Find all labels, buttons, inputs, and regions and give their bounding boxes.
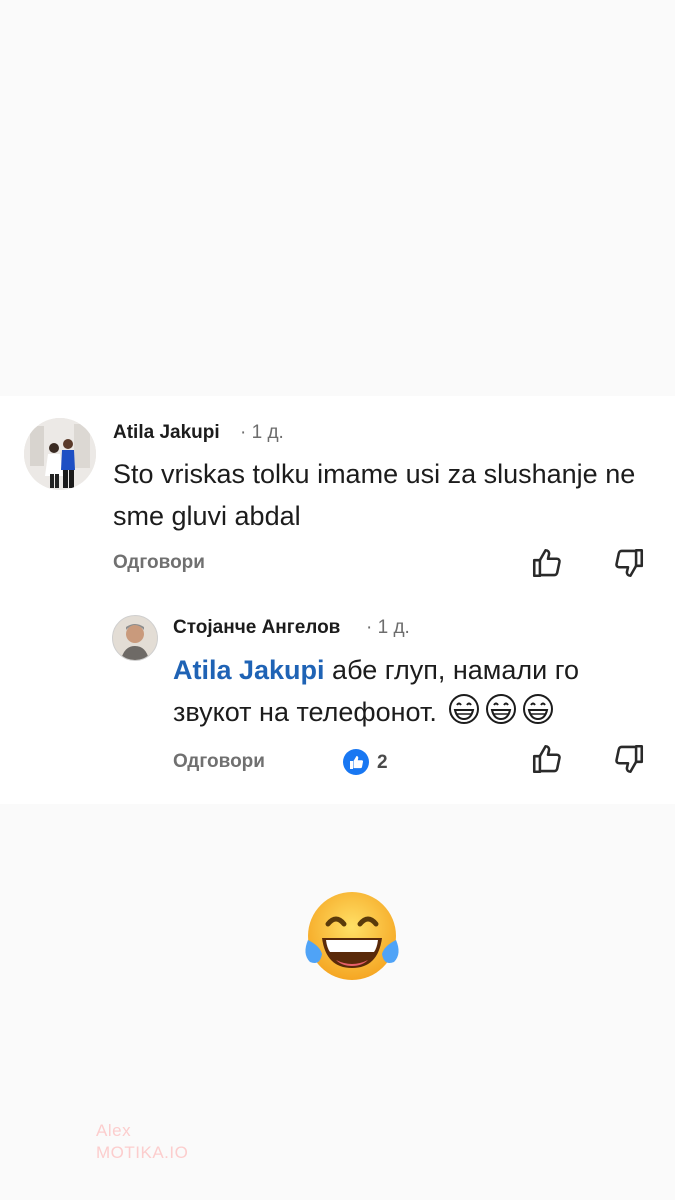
comment-text: Sto vriskas tolku imame usi za slushanje… xyxy=(113,459,636,531)
watermark-line1: Alex xyxy=(96,1121,132,1140)
thumbs-up-icon[interactable] xyxy=(530,546,564,580)
reply-author[interactable]: Стојанче Ангелов xyxy=(173,617,340,639)
thumbs-down-icon[interactable] xyxy=(612,742,646,776)
laughing-tears-emoji xyxy=(305,892,399,980)
grinning-face-emoji xyxy=(448,693,556,737)
avatar[interactable] xyxy=(112,615,158,661)
like-reaction-icon[interactable] xyxy=(342,748,370,776)
watermark-line2: MOTIKA.IO xyxy=(96,1143,189,1162)
reply-button[interactable]: Одговори xyxy=(113,552,205,574)
mention-link[interactable]: Atila Jakupi xyxy=(173,655,325,685)
reply-button[interactable]: Одговори xyxy=(173,751,265,773)
thumbs-down-icon[interactable] xyxy=(612,546,646,580)
watermark: Alex MOTIKA.IO xyxy=(96,1120,188,1164)
avatar[interactable] xyxy=(24,418,96,490)
comments-panel: Atila Jakupi · 1 д. Sto vriskas tolku im… xyxy=(0,396,675,804)
comment-time: · 1 д. xyxy=(240,422,284,443)
reply-time: · 1 д. xyxy=(366,617,410,638)
comment-author[interactable]: Atila Jakupi xyxy=(113,422,220,444)
reply-text: Atila Jakupi абе глуп, намали го звукот … xyxy=(173,649,613,737)
thumbs-up-icon[interactable] xyxy=(530,742,564,776)
like-count: 2 xyxy=(377,752,388,773)
